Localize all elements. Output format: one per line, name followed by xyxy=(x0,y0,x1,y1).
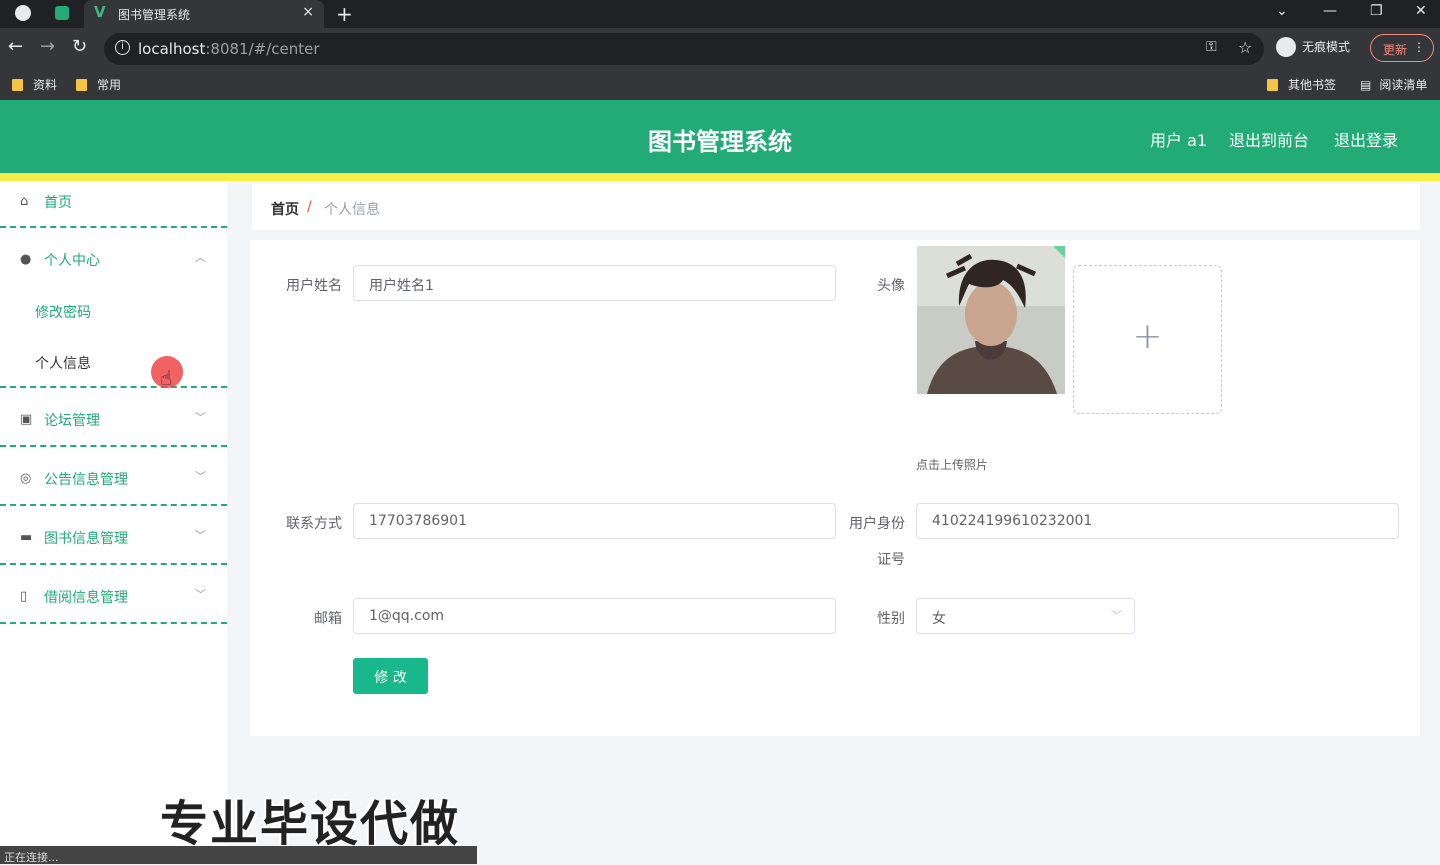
avatar-upload-button[interactable]: + xyxy=(1073,265,1222,414)
book-icon: ▬ xyxy=(20,530,33,545)
watermark-text: 专业毕设代做 xyxy=(160,796,461,852)
new-tab-button[interactable]: + xyxy=(336,2,353,26)
sidebar-item-label: 首页 xyxy=(44,195,72,211)
header-divider xyxy=(0,173,1440,181)
sidebar-item-label: 论坛管理 xyxy=(44,413,100,429)
breadcrumb: 首页 / 个人信息 xyxy=(252,184,1420,230)
logout-link[interactable]: 退出登录 xyxy=(1334,127,1398,151)
back-to-front-link[interactable]: 退出到前台 xyxy=(1229,127,1309,151)
sidebar-item-books[interactable]: ▬ 图书信息管理 ﹀ xyxy=(0,517,227,575)
app-title: 图书管理系统 xyxy=(648,128,792,156)
tab-search-icon[interactable]: ⌄ xyxy=(1276,3,1288,19)
submit-button[interactable]: 修 改 xyxy=(353,658,428,694)
folder-icon xyxy=(12,79,23,91)
phone-label: 联系方式 xyxy=(286,516,342,532)
breadcrumb-current: 个人信息 xyxy=(324,202,380,218)
chevron-down-icon: ﹀ xyxy=(195,588,206,601)
address-bar[interactable]: i localhost:8081/#/center ⚿ ☆ xyxy=(104,33,1264,65)
divider xyxy=(0,445,227,447)
reading-list-icon: ▤ xyxy=(1360,78,1372,92)
avatar-label: 头像 xyxy=(877,278,905,294)
sidebar-item-home[interactable]: ⌂ 首页 xyxy=(0,181,227,239)
bookmark-folder-other[interactable]: 其他书签 xyxy=(1267,76,1336,93)
divider xyxy=(0,504,227,506)
chevron-down-icon: ﹀ xyxy=(1111,609,1122,622)
app-icon xyxy=(55,6,69,20)
plus-icon: + xyxy=(1132,316,1163,357)
update-button[interactable]: 更新 ⋮ xyxy=(1370,34,1434,62)
name-field[interactable]: 用户姓名1 xyxy=(353,265,836,301)
divider xyxy=(0,622,227,624)
email-field[interactable]: 1@qq.com xyxy=(353,598,836,634)
bookmark-folder-changyong[interactable]: 常用 xyxy=(76,76,121,93)
sidebar-item-label: 个人中心 xyxy=(44,253,100,269)
divider xyxy=(0,563,227,565)
forward-icon[interactable]: → xyxy=(40,36,55,57)
chevron-down-icon: ﹀ xyxy=(195,470,206,483)
home-icon: ⌂ xyxy=(20,194,29,209)
minimize-button[interactable]: — xyxy=(1323,3,1337,19)
browser-tab-strip: V 图书管理系统 × + ⌄ — ❐ ✕ xyxy=(0,0,1440,28)
borrow-icon: ▯ xyxy=(20,589,28,604)
incognito-icon xyxy=(1276,37,1296,57)
sidebar: ⌂ 首页 ● 个人中心 ︿ 修改密码 个人信息 ▣ 论坛管理 ﹀ ◎ 公告信息管… xyxy=(0,181,227,864)
divider xyxy=(0,226,227,228)
reload-icon[interactable]: ↻ xyxy=(72,36,87,57)
restore-button[interactable]: ❐ xyxy=(1370,3,1383,19)
url-text[interactable]: localhost:8081/#/center xyxy=(138,40,320,58)
folder-icon xyxy=(76,79,87,91)
browser-toolbar: ← → ↻ i localhost:8081/#/center ⚿ ☆ 无痕模式… xyxy=(0,28,1440,70)
avatar-image[interactable] xyxy=(917,246,1065,394)
incognito-indicator[interactable]: 无痕模式 xyxy=(1276,37,1350,57)
current-user: 用户 a1 xyxy=(1150,131,1208,150)
browser-tab-active[interactable]: V 图书管理系统 × xyxy=(84,0,324,28)
id-number-label-2: 证号 xyxy=(877,552,905,568)
forum-icon: ▣ xyxy=(20,412,33,427)
hand-cursor-icon: ☝ xyxy=(160,366,173,390)
chevron-up-icon: ︿ xyxy=(195,251,206,264)
close-window-button[interactable]: ✕ xyxy=(1415,3,1427,19)
sidebar-subitem-change-password[interactable]: 修改密码 xyxy=(35,302,91,322)
back-icon[interactable]: ← xyxy=(8,36,23,57)
sidebar-item-label: 公告信息管理 xyxy=(44,472,128,488)
reading-list[interactable]: ▤ 阅读清单 xyxy=(1360,76,1427,93)
phone-field[interactable]: 17703786901 xyxy=(353,503,836,539)
sidebar-item-personal-center[interactable]: ● 个人中心 ︿ xyxy=(0,239,227,297)
user-icon: ● xyxy=(20,252,32,267)
sidebar-item-forum[interactable]: ▣ 论坛管理 ﹀ xyxy=(0,399,227,457)
vue-icon: V xyxy=(94,3,106,21)
sidebar-item-borrow[interactable]: ▯ 借阅信息管理 ﹀ xyxy=(0,576,227,634)
gender-value: 女 xyxy=(932,611,946,627)
bookmark-folder-ziliao[interactable]: 资料 xyxy=(12,76,57,93)
chevron-down-icon: ﹀ xyxy=(195,411,206,424)
email-label: 邮箱 xyxy=(314,611,342,627)
app-header: 图书管理系统 用户 a1 退出到前台 退出登录 xyxy=(0,100,1440,173)
gender-select[interactable]: 女 ﹀ xyxy=(916,598,1135,634)
browser-status-bar: 正在连接... xyxy=(0,846,477,864)
avatar-portrait xyxy=(917,246,1065,394)
id-number-field[interactable]: 410224199610232001 xyxy=(916,503,1399,539)
breadcrumb-separator: / xyxy=(307,199,312,215)
breadcrumb-home[interactable]: 首页 xyxy=(271,199,299,219)
sidebar-item-notice[interactable]: ◎ 公告信息管理 ﹀ xyxy=(0,458,227,516)
divider xyxy=(0,386,227,388)
bookmarks-bar: 资料 常用 其他书签 ▤ 阅读清单 xyxy=(0,70,1440,100)
sidebar-subitem-personal-info[interactable]: 个人信息 xyxy=(35,353,91,373)
chevron-down-icon: ﹀ xyxy=(195,529,206,542)
site-info-icon[interactable]: i xyxy=(115,40,130,55)
name-label: 用户姓名 xyxy=(286,278,342,294)
tab-title: 图书管理系统 xyxy=(118,8,191,22)
menu-dots-icon[interactable]: ⋮ xyxy=(1413,40,1425,54)
sidebar-item-label: 图书信息管理 xyxy=(44,531,128,547)
key-icon[interactable]: ⚿ xyxy=(1206,39,1217,55)
tab-close-icon[interactable]: × xyxy=(302,4,314,20)
browser-logo-icon xyxy=(15,5,31,21)
sidebar-item-label: 借阅信息管理 xyxy=(44,590,128,606)
gender-label: 性别 xyxy=(877,611,905,627)
notice-icon: ◎ xyxy=(20,471,32,486)
folder-icon xyxy=(1267,79,1278,91)
star-icon[interactable]: ☆ xyxy=(1238,38,1252,57)
upload-hint: 点击上传照片 xyxy=(916,458,989,472)
id-number-label: 用户身份 xyxy=(849,516,905,532)
